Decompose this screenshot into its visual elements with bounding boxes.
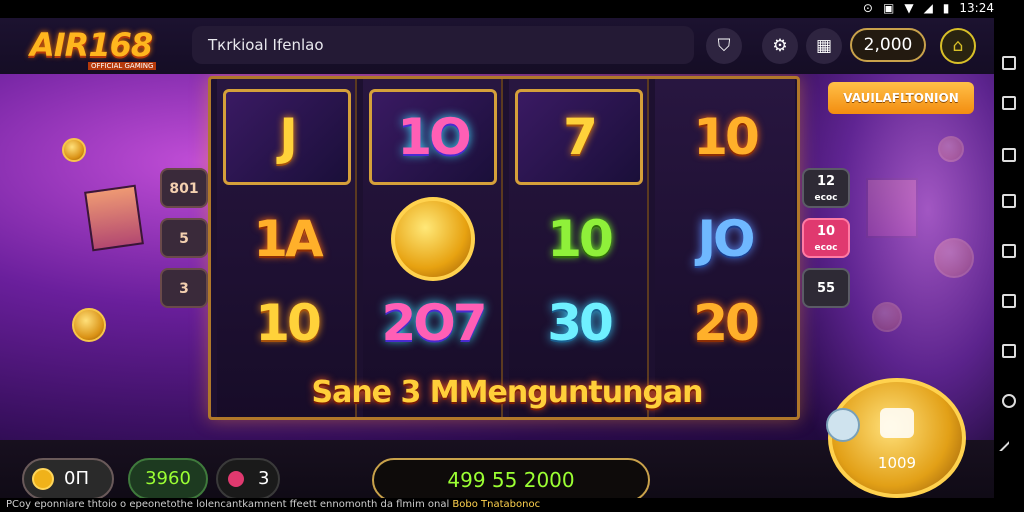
reel-1: J 1A 10	[217, 79, 357, 417]
reel-symbol: 1A	[253, 210, 324, 268]
reel-symbol: 1O	[369, 89, 497, 185]
android-nav-bar	[994, 18, 1024, 512]
bg-coin-icon	[72, 308, 106, 342]
game-title: Tкrkioal Ifenlao	[192, 26, 694, 64]
footer-text: PCoy eponniare thtoio o epeonetothe lole…	[6, 499, 450, 510]
lantern-left-icon	[84, 184, 144, 252]
nav-back-icon[interactable]	[999, 441, 1019, 461]
alarm-icon: ⊙	[862, 1, 873, 15]
lines-value: 3	[258, 468, 270, 489]
reel-symbol: 30	[547, 294, 614, 352]
reel-frame: J 1A 10 1O 2O7 7 10 30 10 JO 20 Sane 3 M…	[208, 76, 800, 420]
reel-symbol: JO	[697, 210, 755, 268]
footer-ticker: PCoy eponniare thtoio o epeonetothe lole…	[0, 498, 994, 512]
lines-icon	[228, 471, 244, 487]
bg-coin-icon	[872, 302, 902, 332]
menu-icon[interactable]: ⌂	[940, 28, 976, 64]
footer-highlight[interactable]: Bobo Tnatabonoc	[452, 499, 540, 510]
wifi-icon: ▼	[904, 1, 914, 15]
coin-icon	[32, 468, 54, 490]
status-icons: ⊙ ▣ ▼ ◢ ▮ 13:24	[863, 1, 994, 15]
coin-icon	[391, 197, 475, 281]
coin-value: 1009	[877, 454, 917, 472]
reel-4: 10 JO 20	[655, 79, 795, 417]
payline-marker-left: 801	[160, 168, 208, 208]
marker-value: 10	[816, 224, 836, 239]
reel-symbol-coin	[369, 191, 497, 287]
lines-control[interactable]: 3	[216, 458, 280, 498]
reel-symbol: 10	[547, 210, 614, 268]
logo-subtitle: OFFICIAL GAMING	[88, 62, 157, 70]
nav-button-icon[interactable]	[1002, 148, 1016, 162]
logo[interactable]: AIR168	[30, 26, 153, 64]
win-display: 3960	[128, 458, 208, 498]
reel-symbol: 2O7	[381, 294, 487, 352]
reel-symbol: 10	[255, 294, 322, 352]
reel-symbol: 10	[693, 108, 760, 166]
marker-value: 55	[816, 281, 836, 296]
bet-control[interactable]: 0Π	[22, 458, 114, 498]
reel-3: 7 10 30	[509, 79, 649, 417]
clock: 13:24	[959, 1, 994, 15]
payline-marker-right: 55	[802, 268, 850, 308]
bet-label: 0Π	[64, 468, 89, 489]
bg-coin-icon	[934, 238, 974, 278]
marker-caption: ecoc	[814, 243, 838, 253]
battery-icon: ▮	[942, 1, 950, 15]
payline-marker-right: 12 ecoc	[802, 168, 850, 208]
payline-marker-left: 3	[160, 268, 208, 308]
balance-display[interactable]: 2,000	[850, 28, 926, 62]
reel-2: 1O 2O7	[363, 79, 503, 417]
nav-button-icon[interactable]	[1002, 194, 1016, 208]
dice-icon	[880, 408, 914, 438]
reel-symbol: J	[223, 89, 351, 185]
feature-button[interactable]: VAUILAFLTONION	[828, 82, 974, 114]
spin-button[interactable]: 499 55 2000	[372, 458, 650, 498]
reel-symbol: 7	[515, 89, 643, 185]
status-bar: ⊙ ▣ ▼ ◢ ▮ 13:24	[0, 0, 1024, 18]
bg-coin-icon	[938, 136, 964, 162]
nav-button-icon[interactable]	[1002, 96, 1016, 110]
vibrate-icon: ▣	[882, 1, 895, 15]
nav-home-icon[interactable]	[1002, 394, 1016, 408]
marker-value: 12	[816, 174, 836, 189]
nav-button-icon[interactable]	[1002, 244, 1016, 258]
shield-icon[interactable]: ⛉	[706, 28, 742, 64]
signal-icon: ◢	[923, 1, 933, 15]
settings-icon[interactable]: ⚙	[762, 28, 798, 64]
reel-symbol: 20	[693, 294, 760, 352]
gift-icon[interactable]: ▦	[806, 28, 842, 64]
bg-coin-icon	[62, 138, 86, 162]
win-banner: Sane 3 MMenguntungan	[311, 375, 703, 410]
badge-icon[interactable]	[826, 408, 860, 442]
payline-marker-left: 5	[160, 218, 208, 258]
nav-button-icon[interactable]	[1002, 344, 1016, 358]
nav-button-icon[interactable]	[1002, 294, 1016, 308]
lantern-right-icon	[866, 178, 918, 238]
top-bar: AIR168 OFFICIAL GAMING Tкrkioal Ifenlao …	[0, 18, 994, 74]
payline-marker-right-active: 10 ecoc	[802, 218, 850, 258]
nav-button-icon[interactable]	[1002, 56, 1016, 70]
game-stage: AIR168 OFFICIAL GAMING Tкrkioal Ifenlao …	[0, 18, 994, 498]
marker-caption: ecoc	[814, 193, 838, 203]
